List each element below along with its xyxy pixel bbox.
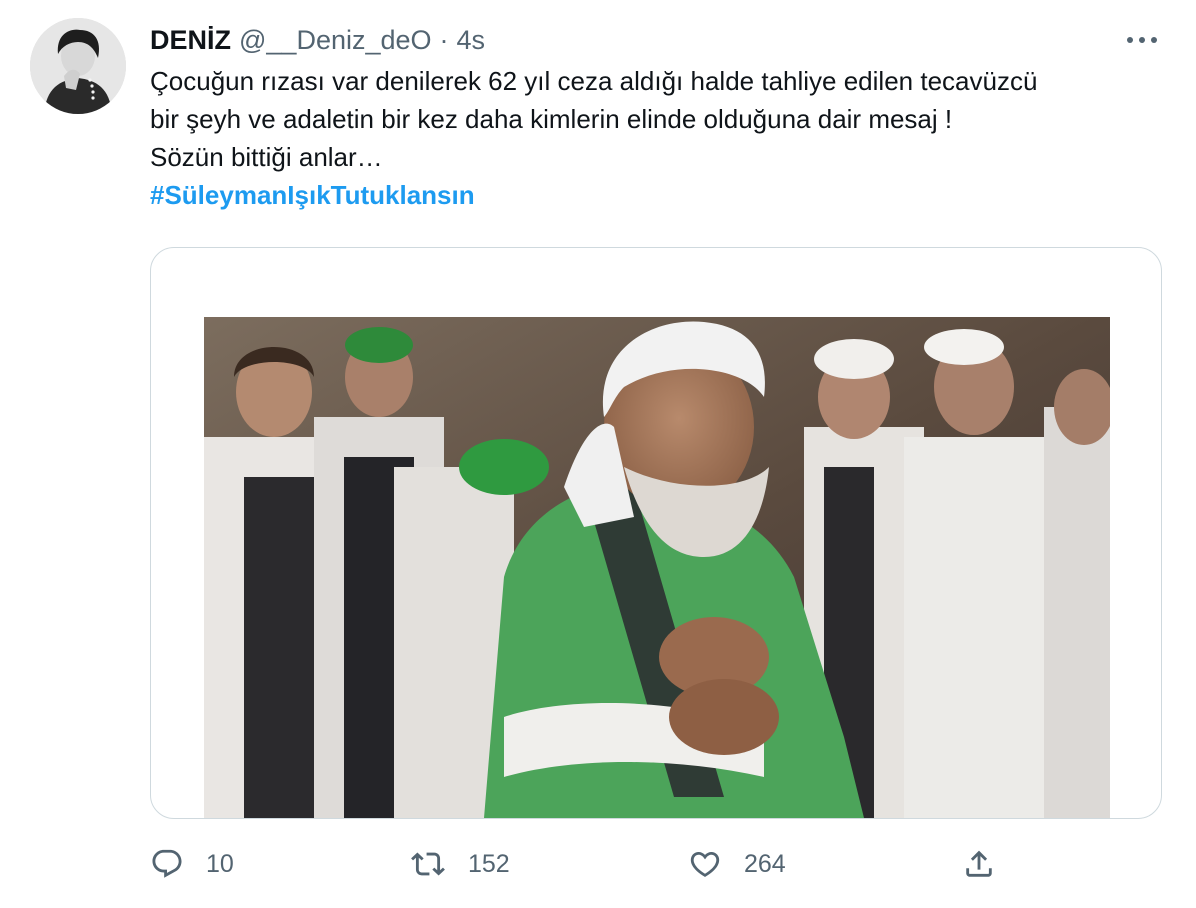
media-card[interactable] — [150, 247, 1162, 819]
separator-dot: · — [439, 24, 449, 55]
tweet-header: DENİZ @__Deniz_deO · 4s — [150, 20, 485, 60]
like-button[interactable]: 264 — [688, 838, 786, 890]
user-handle[interactable]: @__Deniz_deO — [239, 25, 432, 56]
tweet-text-line: bir şeyh ve adaletin bir kez daha kimler… — [150, 104, 953, 134]
retweet-count: 152 — [468, 849, 510, 878]
tweet-text: Çocuğun rızası var denilerek 62 yıl ceza… — [150, 62, 1170, 214]
tweet-text-line: Sözün bittiği anlar… — [150, 142, 383, 172]
share-button[interactable] — [962, 838, 996, 890]
heart-icon — [690, 851, 720, 877]
tweet-text-line: Çocuğun rızası var denilerek 62 yıl ceza… — [150, 66, 1038, 96]
more-options-button[interactable] — [1122, 24, 1162, 56]
share-icon — [966, 850, 992, 877]
like-count: 264 — [744, 849, 786, 878]
tweet-photo[interactable] — [204, 317, 1110, 818]
reply-count: 10 — [206, 849, 234, 878]
action-bar: 10 152 264 — [0, 838, 1196, 890]
reply-button[interactable]: 10 — [150, 838, 234, 890]
retweet-button[interactable]: 152 — [410, 838, 510, 890]
reply-icon — [152, 849, 182, 878]
retweet-icon — [411, 852, 445, 876]
display-name[interactable]: DENİZ — [150, 25, 231, 56]
more-icon — [1127, 37, 1157, 43]
timestamp[interactable]: 4s — [457, 25, 486, 56]
avatar[interactable] — [30, 18, 126, 114]
tweet: DENİZ @__Deniz_deO · 4s Çocuğun rızası v… — [0, 0, 1196, 908]
hashtag-link[interactable]: #SüleymanIşıkTutuklansın — [150, 176, 1170, 214]
